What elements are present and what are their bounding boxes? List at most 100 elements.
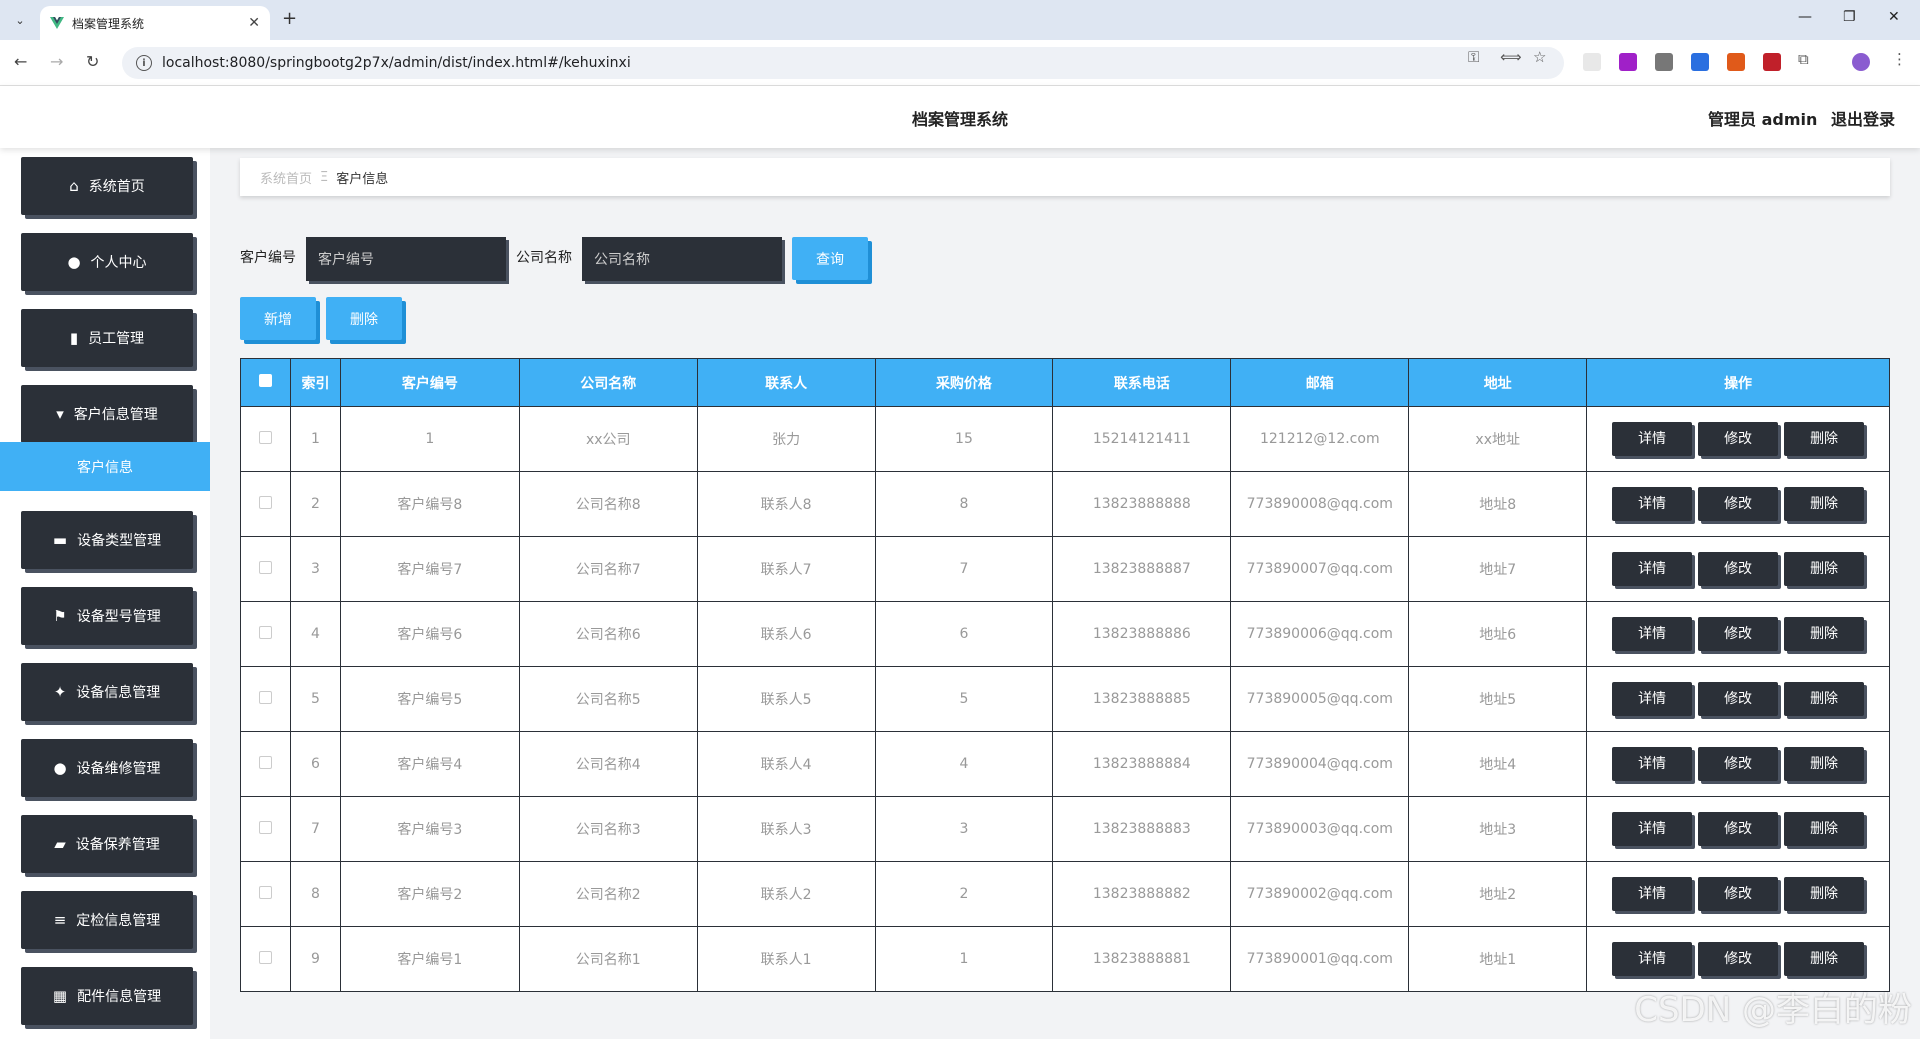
edit-button[interactable]: 修改 [1698,422,1779,456]
close-tab-icon[interactable]: ✕ [248,15,260,31]
minimize-icon[interactable]: — [1798,9,1812,25]
select-all-cell [240,358,291,407]
detail-button[interactable]: 详情 [1612,877,1693,911]
cell-email: 773890005@qq.com [1230,666,1410,732]
extensions-puzzle-icon[interactable]: ⧉ [1798,50,1809,68]
sidebar-item-device-maintenance[interactable]: ▰ 设备保养管理 [21,815,193,873]
delete-button[interactable]: 删除 [1784,682,1865,716]
cell-address: 地址8 [1408,471,1588,537]
column-header: 索引 [289,358,341,407]
row-checkbox[interactable] [258,495,272,509]
detail-button[interactable]: 详情 [1612,617,1693,651]
delete-button[interactable]: 删除 [1784,812,1865,846]
translate-icon[interactable]: ⟺ [1500,48,1522,66]
delete-button[interactable]: 删除 [1784,487,1865,521]
sidebar-item-device-repair[interactable]: ● 设备维修管理 [21,739,193,797]
row-select-cell [240,601,291,667]
select-all-checkbox[interactable] [258,374,272,387]
row-checkbox[interactable] [258,430,272,444]
extension-icon[interactable] [1655,53,1673,71]
key-icon[interactable]: ⚿ [1468,48,1479,66]
query-button[interactable]: 查询 [792,237,868,280]
row-checkbox[interactable] [258,950,272,964]
reload-icon[interactable]: ↻ [86,52,99,71]
sidebar-subitem-customer-info[interactable]: 客户信息 [0,442,210,491]
row-checkbox[interactable] [258,560,272,574]
edit-button[interactable]: 修改 [1698,487,1779,521]
extension-icon[interactable] [1583,53,1601,71]
breadcrumb-home[interactable]: 系统首页 [260,168,312,187]
delete-button[interactable]: 删除 [1784,552,1865,586]
sidebar-item-personal-center[interactable]: ● 个人中心 [21,233,193,291]
edit-button[interactable]: 修改 [1698,617,1779,651]
detail-button[interactable]: 详情 [1612,812,1693,846]
delete-button[interactable]: 删除 [1784,422,1865,456]
sidebar-item-inspection[interactable]: ≡ 定检信息管理 [21,891,193,949]
list-icon: ≡ [53,911,67,929]
table-row: 7 客户编号3 公司名称3 联系人3 3 13823888883 773890003@qq.… [240,796,1890,862]
row-actions: 详情 修改 删除 [1586,471,1890,537]
cell-company: 公司名称1 [518,926,698,992]
sidebar-item-home[interactable]: ⌂ 系统首页 [21,157,193,215]
detail-button[interactable]: 详情 [1612,682,1693,716]
site-info-icon[interactable]: i [136,55,152,71]
sidebar-item-device-info[interactable]: ✦ 设备信息管理 [21,663,193,721]
row-checkbox[interactable] [258,885,272,899]
column-header: 联系电话 [1052,358,1232,407]
delete-button[interactable]: 删除 [1784,747,1865,781]
edit-button[interactable]: 修改 [1698,747,1779,781]
edit-button[interactable]: 修改 [1698,942,1779,976]
profile-avatar-icon[interactable] [1852,53,1870,71]
browser-tab[interactable]: 档案管理系统 ✕ [40,6,270,40]
detail-button[interactable]: 详情 [1612,487,1693,521]
row-actions: 详情 修改 删除 [1586,861,1890,927]
delete-button[interactable]: 删除 [1784,942,1865,976]
row-checkbox[interactable] [258,820,272,834]
sidebar-item-label: 定检信息管理 [76,913,161,929]
sidebar-item-device-types[interactable]: ▬ 设备类型管理 [21,511,193,569]
detail-button[interactable]: 详情 [1612,552,1693,586]
address-bar[interactable]: i localhost:8080/springbootg2p7x/admin/d… [122,47,1564,79]
edit-button[interactable]: 修改 [1698,552,1779,586]
row-select-cell [240,406,291,472]
sidebar-item-customers[interactable]: ▾ 客户信息管理 [21,385,193,443]
batch-delete-button[interactable]: 删除 [326,297,402,340]
extension-icon[interactable] [1763,53,1781,71]
bookmark-star-icon[interactable]: ☆ [1533,48,1546,66]
row-checkbox[interactable] [258,690,272,704]
browser-toolbar: ← → ↻ i localhost:8080/springbootg2p7x/a… [0,40,1920,86]
add-button[interactable]: 新增 [240,297,316,340]
cell-address: 地址5 [1408,666,1588,732]
row-checkbox[interactable] [258,755,272,769]
cell-address: 地址7 [1408,536,1588,602]
sidebar-item-parts[interactable]: ▦ 配件信息管理 [21,967,193,1025]
close-window-icon[interactable]: ✕ [1888,9,1900,25]
row-checkbox[interactable] [258,625,272,639]
detail-button[interactable]: 详情 [1612,747,1693,781]
csdn-watermark: CSDN @李白的粉 [1634,990,1912,1030]
restore-icon[interactable]: ❐ [1843,9,1856,25]
extension-icon[interactable] [1691,53,1709,71]
edit-button[interactable]: 修改 [1698,812,1779,846]
browser-menu-icon[interactable]: ⋮ [1892,50,1907,68]
forward-icon[interactable]: → [50,52,63,71]
detail-button[interactable]: 详情 [1612,942,1693,976]
cell-contact: 张力 [696,406,876,472]
cell-no: 客户编号7 [339,536,520,602]
extension-icon[interactable] [1727,53,1745,71]
detail-button[interactable]: 详情 [1612,422,1693,456]
edit-button[interactable]: 修改 [1698,682,1779,716]
customer-no-input[interactable]: 客户编号 [306,237,506,281]
logout-link[interactable]: 退出登录 [1831,110,1895,129]
delete-button[interactable]: 删除 [1784,877,1865,911]
delete-button[interactable]: 删除 [1784,617,1865,651]
sidebar-item-employees[interactable]: ▮ 员工管理 [21,309,193,367]
tab-list-button[interactable]: ⌄ [8,9,32,31]
edit-button[interactable]: 修改 [1698,877,1779,911]
new-tab-icon[interactable]: + [282,8,297,29]
back-icon[interactable]: ← [14,52,27,71]
sidebar-item-device-models[interactable]: ⚑ 设备型号管理 [21,587,193,645]
extension-icon[interactable] [1619,53,1637,71]
company-name-input[interactable]: 公司名称 [582,237,782,281]
user-area: 管理员 admin 退出登录 [1700,106,1895,130]
